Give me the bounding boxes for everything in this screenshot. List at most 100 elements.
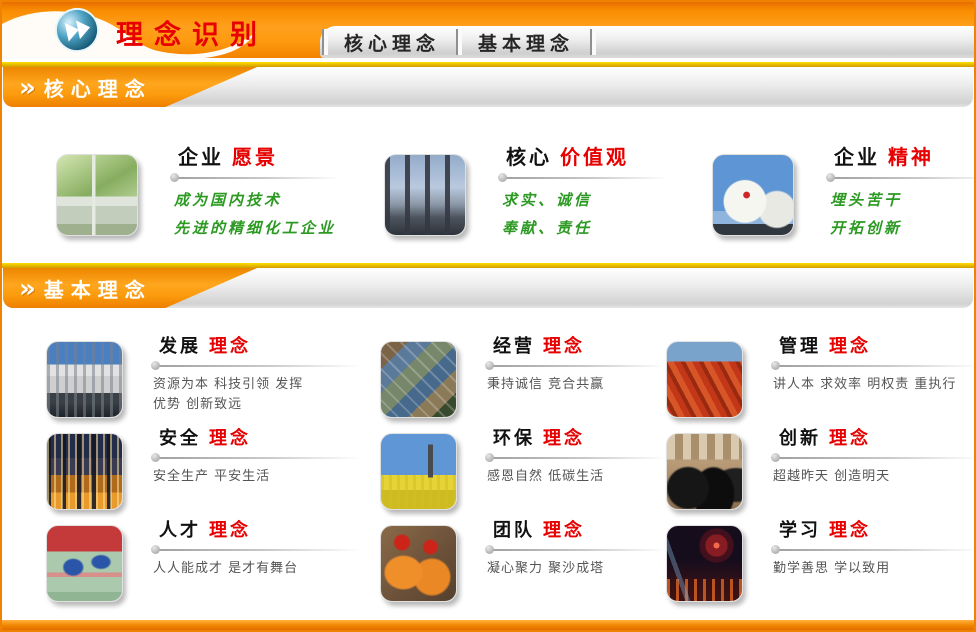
- concept-card-innovation: 创新理念 超越昨天 创造明天: [666, 424, 976, 516]
- concept-photo: [666, 525, 743, 602]
- concept-title-black: 经营: [493, 336, 535, 357]
- slogan-line: 人人能成才 是才有舞台: [153, 559, 361, 579]
- divider-line: [487, 365, 666, 367]
- dot-icon: [498, 173, 507, 182]
- concept-title: 学习理念: [771, 516, 976, 542]
- concept-photo: [46, 341, 123, 418]
- concept-photo: [46, 433, 123, 510]
- concept-card-development: 发展理念 资源为本 科技引领 发挥 优势 创新致远: [46, 332, 380, 424]
- concept-title-red: 理念: [543, 336, 585, 357]
- divider-line: [153, 549, 361, 551]
- divider-line: [487, 549, 666, 551]
- dot-icon: [771, 453, 780, 462]
- concept-title-red: 理念: [209, 428, 251, 449]
- dot-icon: [151, 453, 160, 462]
- page-title: 理念识别: [116, 13, 268, 52]
- concept-card-talent: 人才理念 人人能成才 是才有舞台: [46, 516, 380, 608]
- header-bar: 理念识别 核心理念 基本理念: [2, 2, 974, 58]
- tab-bar: 核心理念 基本理念: [320, 26, 974, 58]
- dot-icon: [485, 361, 494, 370]
- dot-icon: [826, 173, 835, 182]
- fast-forward-icon[interactable]: [50, 3, 105, 58]
- divider-line: [773, 365, 976, 367]
- slogan-line: 奉献、责任: [502, 215, 668, 243]
- tab-core-concepts[interactable]: 核心理念: [330, 29, 454, 56]
- concept-title-red: 理念: [209, 336, 251, 357]
- concept-card-team: 团队理念 凝心聚力 聚沙成塔: [380, 516, 666, 608]
- double-chevron-icon: »: [19, 276, 34, 302]
- concept-title-black: 发展: [159, 336, 201, 357]
- slogan-line: 安全生产 平安生活: [153, 467, 361, 487]
- concept-title: 团队理念: [485, 516, 666, 542]
- concept-photo: [712, 154, 794, 236]
- concept-photo: [56, 154, 138, 236]
- slogan-line: 资源为本 科技引领 发挥: [153, 375, 361, 395]
- dot-icon: [151, 361, 160, 370]
- divider-line: [153, 365, 361, 367]
- concept-photo: [666, 433, 743, 510]
- section-banner-core: » 核心理念: [3, 67, 973, 107]
- section-banner-basic: » 基本理念: [3, 268, 973, 308]
- concept-title: 发展理念: [151, 332, 361, 358]
- slogan-line: 求实、诚信: [502, 187, 668, 215]
- page: 理念识别 核心理念 基本理念 » 核心理念 企业愿景 成为国内: [0, 0, 976, 632]
- divider-line: [153, 457, 361, 459]
- concept-title-red: 愿景: [232, 145, 278, 169]
- concept-title-red: 价值观: [560, 145, 629, 169]
- divider-line: [828, 177, 976, 179]
- section-heading-basic: 基本理念: [44, 274, 152, 303]
- concept-title: 核心价值观: [498, 141, 668, 170]
- concept-title-black: 管理: [779, 336, 821, 357]
- dot-icon: [170, 173, 179, 182]
- divider-line: [500, 177, 668, 179]
- footer-bar: [2, 620, 974, 630]
- concept-card-learning: 学习理念 勤学善思 学以致用: [666, 516, 976, 608]
- tab-separator: [322, 29, 328, 55]
- concept-card-spirit: 企业精神 埋头苦干 开拓创新: [712, 141, 976, 259]
- slogan-line: 成为国内技术: [174, 187, 340, 215]
- concept-title-red: 理念: [829, 428, 871, 449]
- concept-photo: [384, 154, 466, 236]
- concept-title-black: 创新: [779, 428, 821, 449]
- slogan-line: 讲人本 求效率 明权责 重执行: [773, 375, 976, 395]
- dot-icon: [771, 545, 780, 554]
- concept-title: 环保理念: [485, 424, 666, 450]
- concept-title-black: 企业: [834, 145, 880, 169]
- concept-card-values: 核心价值观 求实、诚信 奉献、责任: [384, 141, 668, 259]
- concept-title-black: 团队: [493, 520, 535, 541]
- concept-title: 经营理念: [485, 332, 666, 358]
- dot-icon: [485, 453, 494, 462]
- concept-card-safety: 安全理念 安全生产 平安生活: [46, 424, 380, 516]
- concept-title: 企业愿景: [170, 141, 340, 170]
- concept-title: 管理理念: [771, 332, 976, 358]
- slogan-line: 秉持诚信 竞合共赢: [487, 375, 666, 395]
- divider-line: [773, 549, 976, 551]
- concept-card-environment: 环保理念 感恩自然 低碳生活: [380, 424, 666, 516]
- divider-line: [487, 457, 666, 459]
- divider-line: [773, 457, 976, 459]
- concept-title-red: 理念: [829, 520, 871, 541]
- slogan-line: 感恩自然 低碳生活: [487, 467, 666, 487]
- concept-title-black: 学习: [779, 520, 821, 541]
- slogan-line: 埋头苦干: [830, 187, 976, 215]
- concept-photo: [380, 433, 457, 510]
- basic-section: 发展理念 资源为本 科技引领 发挥 优势 创新致远 经营理念 秉持诚信 竞合共赢: [2, 308, 974, 608]
- slogan-line: 凝心聚力 聚沙成塔: [487, 559, 666, 579]
- slogan-line: 勤学善思 学以致用: [773, 559, 976, 579]
- concept-card-vision: 企业愿景 成为国内技术 先进的精细化工企业: [56, 141, 340, 259]
- concept-title-red: 理念: [543, 428, 585, 449]
- concept-title-black: 安全: [159, 428, 201, 449]
- concept-title-black: 企业: [178, 145, 224, 169]
- dot-icon: [771, 361, 780, 370]
- tab-separator: [456, 29, 462, 55]
- concept-title: 人才理念: [151, 516, 361, 542]
- slogan-line: 优势 创新致远: [153, 395, 361, 415]
- slogan-line: 开拓创新: [830, 215, 976, 243]
- tab-basic-concepts[interactable]: 基本理念: [464, 29, 588, 56]
- concept-photo: [666, 341, 743, 418]
- concept-title-black: 人才: [159, 520, 201, 541]
- slogan-line: 超越昨天 创造明天: [773, 467, 976, 487]
- tab-separator: [590, 29, 596, 55]
- concept-title-red: 理念: [209, 520, 251, 541]
- core-section: 企业愿景 成为国内技术 先进的精细化工企业 核心价值观 求实、诚信 奉献、责任: [2, 107, 974, 259]
